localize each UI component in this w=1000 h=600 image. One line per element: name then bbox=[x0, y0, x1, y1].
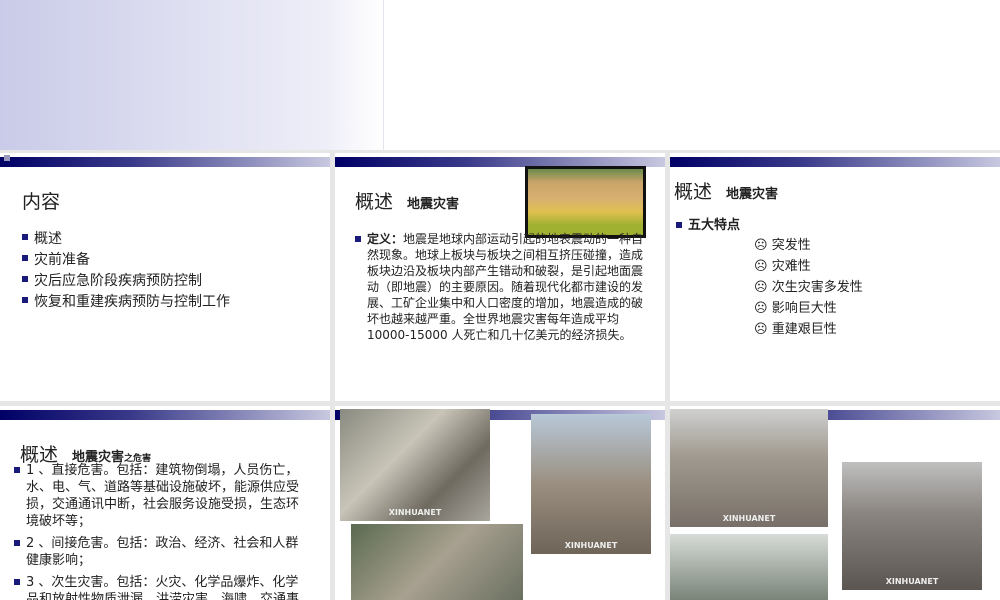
definition-text: 地震是地球内部运动引起的地表震动的一种自然现象。地球上板块与板块之间相互挤压碰撞… bbox=[367, 232, 644, 342]
feature-item: ☹ 次生灾害多发性 bbox=[670, 277, 863, 298]
feature-text: 影响巨大性 bbox=[771, 301, 837, 316]
earthquake-diagram-image bbox=[525, 166, 646, 238]
feature-text: 突发性 bbox=[771, 238, 811, 253]
photo-mountain-town bbox=[670, 534, 828, 600]
watermark: XINHUANET bbox=[722, 514, 776, 523]
feature-item: ☹ 影响巨大性 bbox=[670, 298, 863, 319]
list-item: 灾前准备 bbox=[22, 250, 230, 271]
frown-icon: ☹ bbox=[754, 280, 768, 295]
subtitle: 地震灾害 bbox=[726, 187, 779, 202]
slide-contents[interactable]: 内容 概述 灾前准备 灾后应急阶段疾病预防控制 恢复和重建疾病预防与控制工作 bbox=[0, 153, 330, 401]
photo-child-rubble: XINHUANET bbox=[340, 409, 490, 521]
list-item: 灾后应急阶段疾病预防控制 bbox=[22, 271, 230, 292]
feature-item: ☹ 重建艰巨性 bbox=[670, 319, 863, 340]
title-slide-preview[interactable] bbox=[0, 0, 1000, 150]
definition-label: 定义： bbox=[367, 232, 404, 246]
header-bar bbox=[0, 157, 330, 167]
slide-hazards[interactable]: 概述 地震灾害之危害 1 、直接危害。包括：建筑物倒塌，人员伤亡，水、电、气、道路… bbox=[0, 406, 330, 600]
slide-gradient bbox=[0, 0, 384, 150]
photo-collapsed-buildings: XINHUANET bbox=[670, 409, 828, 527]
list-item: 五大特点 bbox=[676, 217, 976, 235]
slide-title: 概述 地震灾害 bbox=[674, 177, 778, 204]
feature-text: 重建艰巨性 bbox=[771, 322, 837, 337]
list-item: 概述 bbox=[22, 229, 230, 250]
list-item: 3 、次生灾害。包括：火灾、化学品爆炸、化学品和放射性物质泄漏、洪涝灾害、海啸、… bbox=[14, 574, 306, 600]
subtitle: 地震灾害 bbox=[407, 197, 460, 212]
list-item: 1 、直接危害。包括：建筑物倒塌，人员伤亡，水、电、气、道路等基础设施破坏，能源… bbox=[14, 462, 306, 530]
slide-photos-rescue[interactable]: XINHUANET XINHUANET bbox=[335, 406, 665, 600]
header-bar bbox=[0, 410, 330, 420]
watermark: XINHUANET bbox=[564, 541, 618, 550]
feature-text: 次生灾害多发性 bbox=[771, 280, 863, 295]
frown-icon: ☹ bbox=[754, 301, 768, 316]
title-text: 概述 bbox=[674, 181, 713, 203]
header-bar bbox=[670, 157, 1000, 167]
photo-boy-rubble: XINHUANET bbox=[531, 414, 651, 554]
frown-icon: ☹ bbox=[754, 259, 768, 274]
watermark: XINHUANET bbox=[885, 577, 939, 586]
slide-photos-ruins[interactable]: XINHUANET XINHUANET bbox=[670, 406, 1000, 600]
feature-item: ☹ 突发性 bbox=[670, 235, 863, 256]
list-item: 定义：地震是地球内部运动引起的地表震动的一种自然现象。地球上板块与板块之间相互挤… bbox=[355, 231, 645, 343]
slide-title: 内容 bbox=[22, 191, 61, 213]
frown-icon: ☹ bbox=[754, 238, 768, 253]
list-item: 2 、间接危害。包括：政治、经济、社会和人群健康影响； bbox=[14, 535, 306, 569]
slide-definition[interactable]: 概述 地震灾害 定义：地震是地球内部运动引起的地表震动的一种自然现象。地球上板块与… bbox=[335, 153, 665, 401]
watermark: XINHUANET bbox=[388, 508, 442, 517]
photo-ruins-street: XINHUANET bbox=[842, 462, 982, 590]
slide-features[interactable]: 概述 地震灾害 五大特点 ☹ 突发性 ☹ 灾难性 ☹ 次生灾害多发性 ☹ 影响巨大… bbox=[670, 153, 1000, 401]
slide-title: 概述 地震灾害 bbox=[355, 187, 459, 214]
feature-text: 灾难性 bbox=[771, 259, 811, 274]
deco-square bbox=[4, 155, 10, 161]
feature-item: ☹ 灾难性 bbox=[670, 256, 863, 277]
title-text: 概述 bbox=[355, 191, 394, 213]
frown-icon: ☹ bbox=[754, 322, 768, 337]
photo-soldiers-rescue bbox=[351, 524, 523, 600]
list-item: 恢复和重建疾病预防与控制工作 bbox=[22, 292, 230, 313]
